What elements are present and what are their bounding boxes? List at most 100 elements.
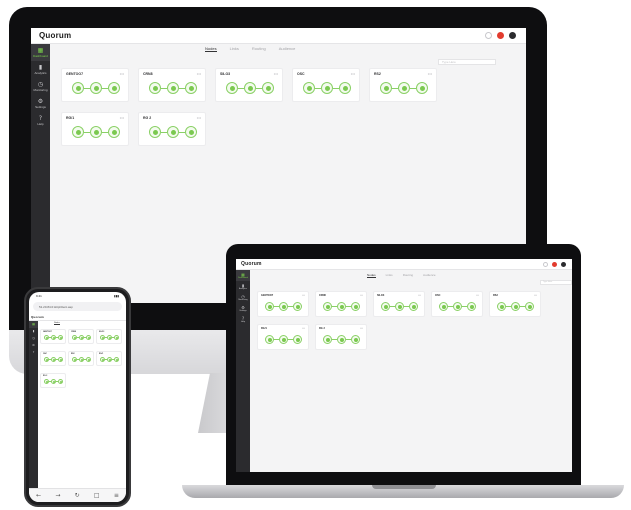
node-status-icon[interactable]: [467, 302, 476, 311]
reload-icon[interactable]: ↻: [75, 492, 80, 499]
node-card[interactable]: RS2 •••: [489, 291, 541, 317]
node-status-icon[interactable]: [58, 357, 63, 362]
sidebar-item-monitoring[interactable]: ◷ Monitoring: [31, 78, 50, 95]
node-card[interactable]: RG/1•••: [257, 324, 309, 350]
sidebar-item-settings[interactable]: ⚙ Settings: [31, 95, 50, 112]
sidebar-item-analytics[interactable]: ▮ Analytics: [236, 281, 250, 292]
sidebar-item-monitoring[interactable]: ◷: [29, 335, 38, 342]
tab-nodes[interactable]: Nodes: [367, 273, 376, 278]
node-card[interactable]: CRN8•••: [315, 291, 367, 317]
node-status-icon[interactable]: [293, 335, 302, 344]
node-card[interactable]: GENTOO7•••: [40, 329, 66, 344]
notification-bell-icon[interactable]: [552, 262, 557, 267]
node-status-icon[interactable]: [265, 335, 274, 344]
node-status-icon[interactable]: [439, 302, 448, 311]
node-status-icon[interactable]: [185, 126, 197, 138]
node-status-icon[interactable]: [398, 82, 410, 94]
node-status-icon[interactable]: [395, 302, 404, 311]
node-status-icon[interactable]: [351, 335, 360, 344]
node-status-icon[interactable]: [114, 357, 119, 362]
more-options-icon[interactable]: •••: [476, 293, 479, 297]
forward-icon[interactable]: →: [55, 492, 60, 499]
more-options-icon[interactable]: •••: [302, 326, 305, 330]
node-status-icon[interactable]: [416, 82, 428, 94]
node-status-icon[interactable]: [279, 302, 288, 311]
node-card[interactable]: RG/1•••: [61, 112, 129, 146]
sidebar-item-monitoring[interactable]: ◷ Monitoring: [236, 292, 250, 303]
node-card[interactable]: RG 2•••: [40, 373, 66, 388]
node-card[interactable]: RG 2•••: [315, 324, 367, 350]
more-options-icon[interactable]: •••: [360, 326, 363, 330]
node-status-icon[interactable]: [72, 82, 84, 94]
node-card[interactable]: RG/1•••: [96, 351, 122, 366]
tabs-icon[interactable]: □: [94, 492, 100, 499]
node-status-icon[interactable]: [339, 82, 351, 94]
node-status-icon[interactable]: [167, 82, 179, 94]
more-options-icon[interactable]: •••: [418, 293, 421, 297]
node-status-icon[interactable]: [323, 335, 332, 344]
node-status-icon[interactable]: [262, 82, 274, 94]
more-options-icon[interactable]: •••: [120, 115, 124, 120]
node-status-icon[interactable]: [149, 126, 161, 138]
node-status-icon[interactable]: [58, 335, 63, 340]
node-status-icon[interactable]: [409, 302, 418, 311]
tab-audience[interactable]: Audience: [423, 273, 436, 278]
more-options-icon[interactable]: •••: [428, 71, 432, 76]
node-card[interactable]: RS2 •••: [369, 68, 437, 102]
node-status-icon[interactable]: [90, 82, 102, 94]
tab-links[interactable]: Links: [230, 46, 239, 52]
sidebar-item-help[interactable]: ? Help: [31, 112, 50, 129]
tab-links[interactable]: Links: [386, 273, 393, 278]
node-status-icon[interactable]: [380, 82, 392, 94]
more-options-icon[interactable]: •••: [302, 293, 305, 297]
search-input[interactable]: Type Here: [438, 59, 496, 65]
user-menu-icon[interactable]: [543, 262, 548, 267]
sidebar-item-dashboard[interactable]: ▦ Dashboard: [236, 270, 250, 281]
more-options-icon[interactable]: •••: [120, 71, 124, 76]
node-status-icon[interactable]: [525, 302, 534, 311]
node-status-icon[interactable]: [265, 302, 274, 311]
sidebar-item-settings[interactable]: ⚙ Settings: [236, 303, 250, 314]
node-status-icon[interactable]: [303, 82, 315, 94]
node-status-icon[interactable]: [244, 82, 256, 94]
node-card[interactable]: CRN8•••: [68, 329, 94, 344]
node-status-icon[interactable]: [337, 302, 346, 311]
user-menu-icon[interactable]: [485, 32, 492, 39]
node-status-icon[interactable]: [72, 126, 84, 138]
node-status-icon[interactable]: [226, 82, 238, 94]
sidebar-item-analytics[interactable]: ▮: [29, 328, 38, 335]
node-card[interactable]: OSC •••: [292, 68, 360, 102]
node-card[interactable]: OSC •••: [431, 291, 483, 317]
tab-routing[interactable]: Routing: [403, 273, 413, 278]
node-status-icon[interactable]: [511, 302, 520, 311]
node-status-icon[interactable]: [337, 335, 346, 344]
node-status-icon[interactable]: [149, 82, 161, 94]
account-icon[interactable]: [509, 32, 516, 39]
node-card[interactable]: GENTOO7•••: [257, 291, 309, 317]
node-status-icon[interactable]: [108, 82, 120, 94]
node-status-icon[interactable]: [167, 126, 179, 138]
sidebar-item-analytics[interactable]: ▮ Analytics: [31, 61, 50, 78]
more-options-icon[interactable]: •••: [360, 293, 363, 297]
node-card[interactable]: GENTOO7•••: [61, 68, 129, 102]
node-status-icon[interactable]: [279, 335, 288, 344]
more-options-icon[interactable]: •••: [534, 293, 537, 297]
more-options-icon[interactable]: •••: [274, 71, 278, 76]
node-status-icon[interactable]: [86, 357, 91, 362]
node-status-icon[interactable]: [114, 335, 119, 340]
node-card[interactable]: SILO3 •••: [215, 68, 283, 102]
search-input[interactable]: Type Here: [540, 280, 572, 285]
sidebar-item-help[interactable]: ? Help: [236, 314, 250, 325]
node-status-icon[interactable]: [323, 302, 332, 311]
menu-icon[interactable]: ≡: [114, 492, 119, 499]
node-card[interactable]: CRN8•••: [138, 68, 206, 102]
node-status-icon[interactable]: [86, 335, 91, 340]
node-card[interactable]: SILO3 •••: [373, 291, 425, 317]
tab-nodes[interactable]: Nodes: [54, 322, 60, 325]
sidebar-item-help[interactable]: ?: [29, 349, 38, 356]
sidebar-item-dashboard[interactable]: ▦: [29, 321, 38, 328]
more-options-icon[interactable]: •••: [351, 71, 355, 76]
node-status-icon[interactable]: [185, 82, 197, 94]
node-status-icon[interactable]: [293, 302, 302, 311]
node-status-icon[interactable]: [58, 379, 63, 384]
